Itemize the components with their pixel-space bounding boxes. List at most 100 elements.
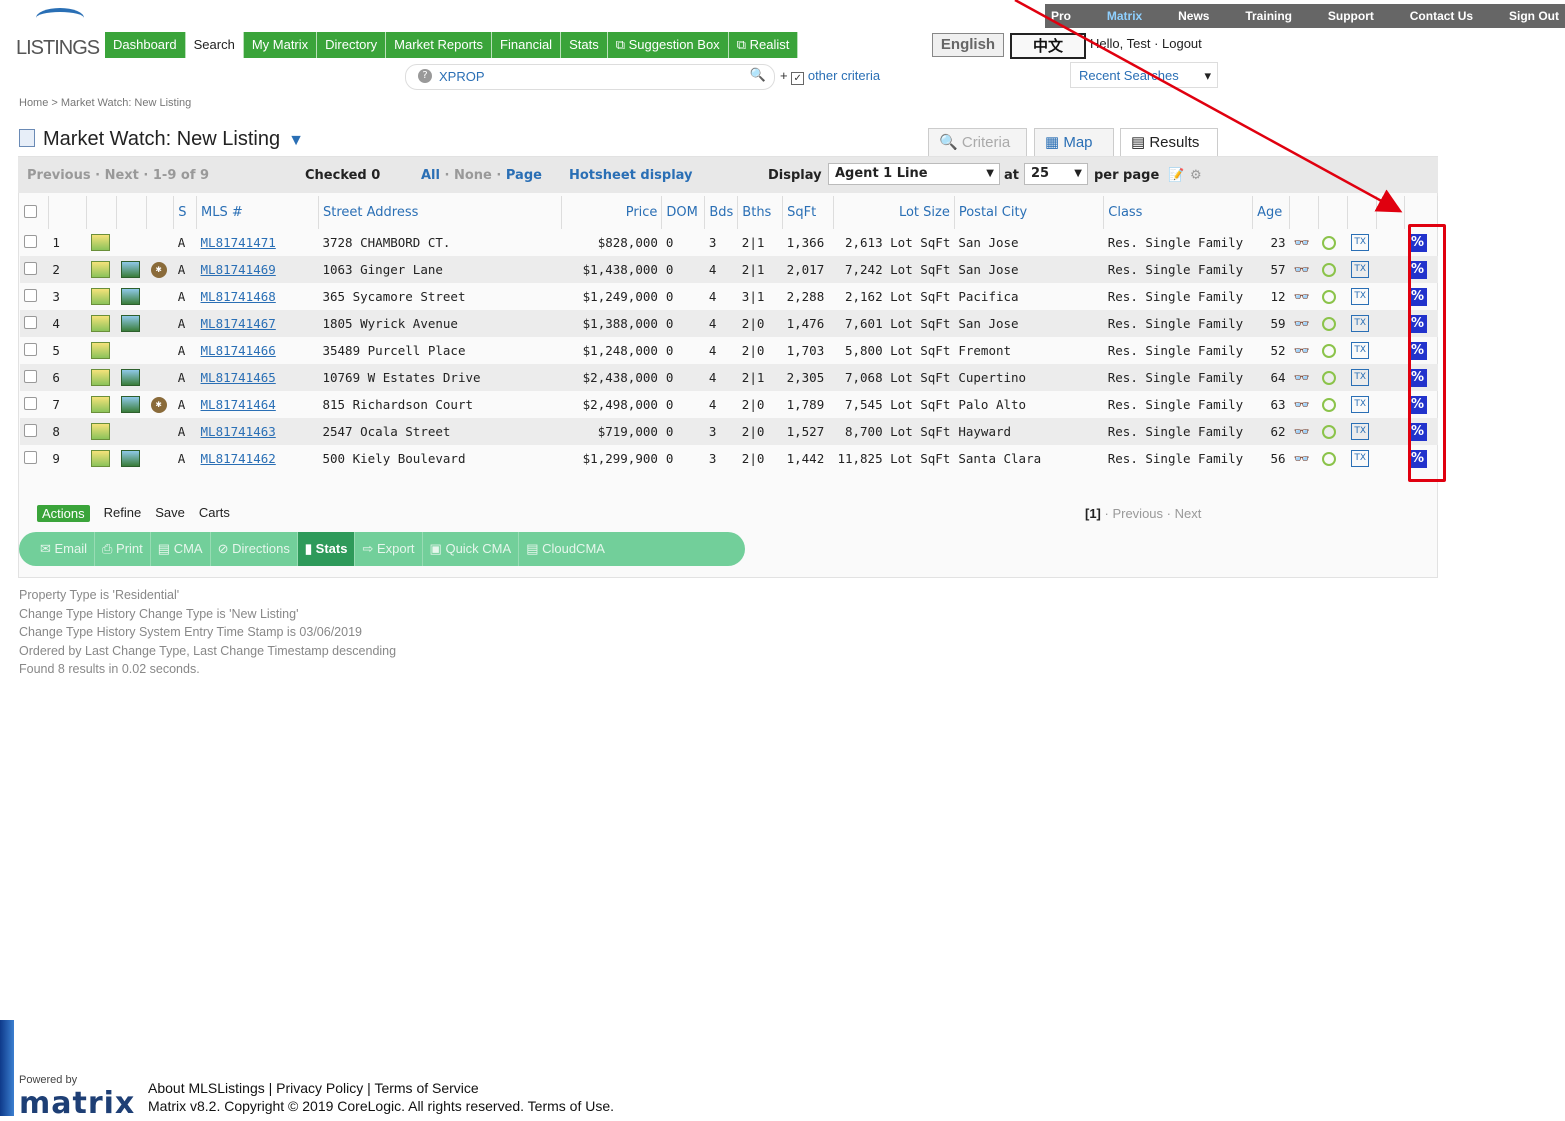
binoculars-icon[interactable]: 👓: [1294, 425, 1310, 440]
select-all-checkbox[interactable]: [24, 204, 37, 218]
recent-searches-dropdown[interactable]: Recent Searches ▾: [1070, 62, 1218, 88]
photo-icon[interactable]: [90, 315, 110, 332]
table-row[interactable]: 9 A ML81741462 500 Kiely Boulevard $1,299,90…: [20, 445, 1438, 472]
nav-my-matrix[interactable]: My Matrix: [243, 32, 318, 58]
row-checkbox[interactable]: [24, 235, 37, 248]
other-criteria-label[interactable]: other criteria: [808, 68, 880, 83]
virtual-tour-icon[interactable]: [120, 369, 140, 386]
binoculars-icon[interactable]: 👓: [1294, 236, 1310, 251]
table-row[interactable]: 8 A ML81741463 2547 Ocala Street $719,000 0 3 2…: [20, 418, 1438, 445]
footer-links[interactable]: About MLSListings | Privacy Policy | Ter…: [148, 1080, 479, 1096]
nav-stats[interactable]: Stats: [561, 32, 608, 58]
mls-number-link[interactable]: ML81741462: [201, 451, 276, 466]
pager-links[interactable]: · Previous · Next: [1105, 506, 1202, 521]
nav-suggestion-box[interactable]: ⧉ Suggestion Box: [607, 32, 729, 58]
cloudcma-button[interactable]: ▤ CloudCMA: [519, 532, 612, 566]
header-select-all[interactable]: [20, 196, 49, 229]
edit-display-icon[interactable]: 📝: [1168, 168, 1184, 183]
photo-icon[interactable]: [90, 450, 110, 467]
directions-button[interactable]: ⊘ Directions: [211, 532, 298, 566]
nav-market-reports[interactable]: Market Reports: [386, 32, 493, 58]
mls-number-link[interactable]: ML81741467: [201, 316, 276, 331]
photo-icon[interactable]: [90, 234, 110, 251]
tab-criteria[interactable]: 🔍 Criteria: [928, 128, 1027, 156]
photo-icon[interactable]: [90, 369, 110, 386]
per-page-select[interactable]: 25 ▼: [1024, 163, 1088, 185]
row-checkbox[interactable]: [24, 262, 37, 275]
tax-record-icon[interactable]: TX: [1351, 342, 1370, 359]
binoculars-icon[interactable]: 👓: [1294, 290, 1310, 305]
history-icon[interactable]: [1322, 452, 1337, 467]
header-status[interactable]: S: [173, 196, 198, 229]
top-link-news[interactable]: News: [1178, 9, 1209, 23]
quick-cma-button[interactable]: ▣ Quick CMA: [423, 532, 520, 566]
row-checkbox[interactable]: [24, 397, 37, 410]
speed-bar-search-input[interactable]: ? XPROP 🔍: [405, 64, 775, 90]
photo-icon[interactable]: [90, 396, 110, 413]
mls-number-link[interactable]: ML81741468: [201, 289, 276, 304]
pager-top[interactable]: Previous · Next · 1-9 of 9: [27, 168, 209, 183]
select-all-link[interactable]: All: [421, 168, 440, 183]
tab-map[interactable]: ▦ Map: [1034, 128, 1114, 156]
nav-directory[interactable]: Directory: [317, 32, 387, 58]
binoculars-icon[interactable]: 👓: [1294, 263, 1310, 278]
open-house-icon[interactable]: ✱: [150, 261, 167, 278]
virtual-tour-icon[interactable]: [120, 288, 140, 305]
header-mls-number[interactable]: MLS #: [196, 196, 319, 229]
tab-carts[interactable]: Carts: [199, 505, 230, 522]
top-link-training[interactable]: Training: [1245, 9, 1292, 23]
top-link-sign-out[interactable]: Sign Out: [1509, 9, 1559, 23]
row-checkbox[interactable]: [24, 289, 37, 302]
cma-button[interactable]: ▤ CMA: [151, 532, 211, 566]
table-row[interactable]: 6 A ML81741465 10769 W Estates Drive $2,438,…: [20, 364, 1438, 391]
export-button[interactable]: ⇨ Export: [355, 532, 423, 566]
row-checkbox[interactable]: [24, 424, 37, 437]
header-sqft[interactable]: SqFt: [782, 196, 834, 229]
open-house-icon[interactable]: ✱: [150, 396, 167, 413]
email-button[interactable]: ✉ Email: [33, 532, 96, 566]
photo-icon[interactable]: [90, 261, 110, 278]
table-row[interactable]: 5 A ML81741466 35489 Purcell Place $1,248,00…: [20, 337, 1438, 364]
top-link-matrix[interactable]: Matrix: [1107, 9, 1142, 23]
nav-financial[interactable]: Financial: [492, 32, 562, 58]
photo-icon[interactable]: [90, 288, 110, 305]
nav-realist[interactable]: ⧉ Realist: [728, 32, 799, 58]
tax-record-icon[interactable]: TX: [1351, 288, 1370, 305]
other-criteria-toggle[interactable]: + ✓ other criteria: [780, 68, 880, 85]
history-icon[interactable]: [1322, 398, 1337, 413]
header-class[interactable]: Class: [1103, 196, 1254, 229]
top-link-contact[interactable]: Contact Us: [1410, 9, 1473, 23]
header-postal-city[interactable]: Postal City: [954, 196, 1105, 229]
nav-search[interactable]: Search: [185, 32, 244, 58]
tab-refine[interactable]: Refine: [104, 505, 142, 522]
top-link-pro[interactable]: Pro: [1051, 9, 1071, 23]
virtual-tour-icon[interactable]: [120, 315, 140, 332]
header-lot-size[interactable]: Lot Size: [833, 196, 955, 229]
gear-icon[interactable]: ⚙: [1190, 168, 1202, 183]
virtual-tour-icon[interactable]: [120, 261, 140, 278]
table-row[interactable]: 4 A ML81741467 1805 Wyrick Avenue $1,388,000…: [20, 310, 1438, 337]
row-checkbox[interactable]: [24, 343, 37, 356]
mls-number-link[interactable]: ML81741463: [201, 424, 276, 439]
select-page-link[interactable]: Page: [506, 168, 542, 183]
tax-record-icon[interactable]: TX: [1351, 315, 1370, 332]
row-checkbox[interactable]: [24, 316, 37, 329]
row-checkbox[interactable]: [24, 370, 37, 383]
history-icon[interactable]: [1322, 425, 1337, 440]
tax-record-icon[interactable]: TX: [1351, 450, 1370, 467]
history-icon[interactable]: [1322, 317, 1337, 332]
header-age[interactable]: Age: [1252, 196, 1291, 229]
mls-number-link[interactable]: ML81741466: [201, 343, 276, 358]
photo-icon[interactable]: [90, 423, 110, 440]
binoculars-icon[interactable]: 👓: [1294, 317, 1310, 332]
mls-number-link[interactable]: ML81741469: [201, 262, 276, 277]
row-checkbox[interactable]: [24, 451, 37, 464]
language-english-button[interactable]: English: [932, 33, 1004, 57]
binoculars-icon[interactable]: 👓: [1294, 452, 1310, 467]
virtual-tour-icon[interactable]: [120, 396, 140, 413]
table-row[interactable]: 1 A ML81741471 3728 CHAMBORD CT. $828,000 0 3 2…: [20, 229, 1438, 256]
tax-record-icon[interactable]: TX: [1351, 396, 1370, 413]
mlslistings-logo[interactable]: LISTINGS: [12, 2, 104, 62]
hotsheet-display-link[interactable]: Hotsheet display: [569, 168, 693, 183]
history-icon[interactable]: [1322, 236, 1337, 251]
